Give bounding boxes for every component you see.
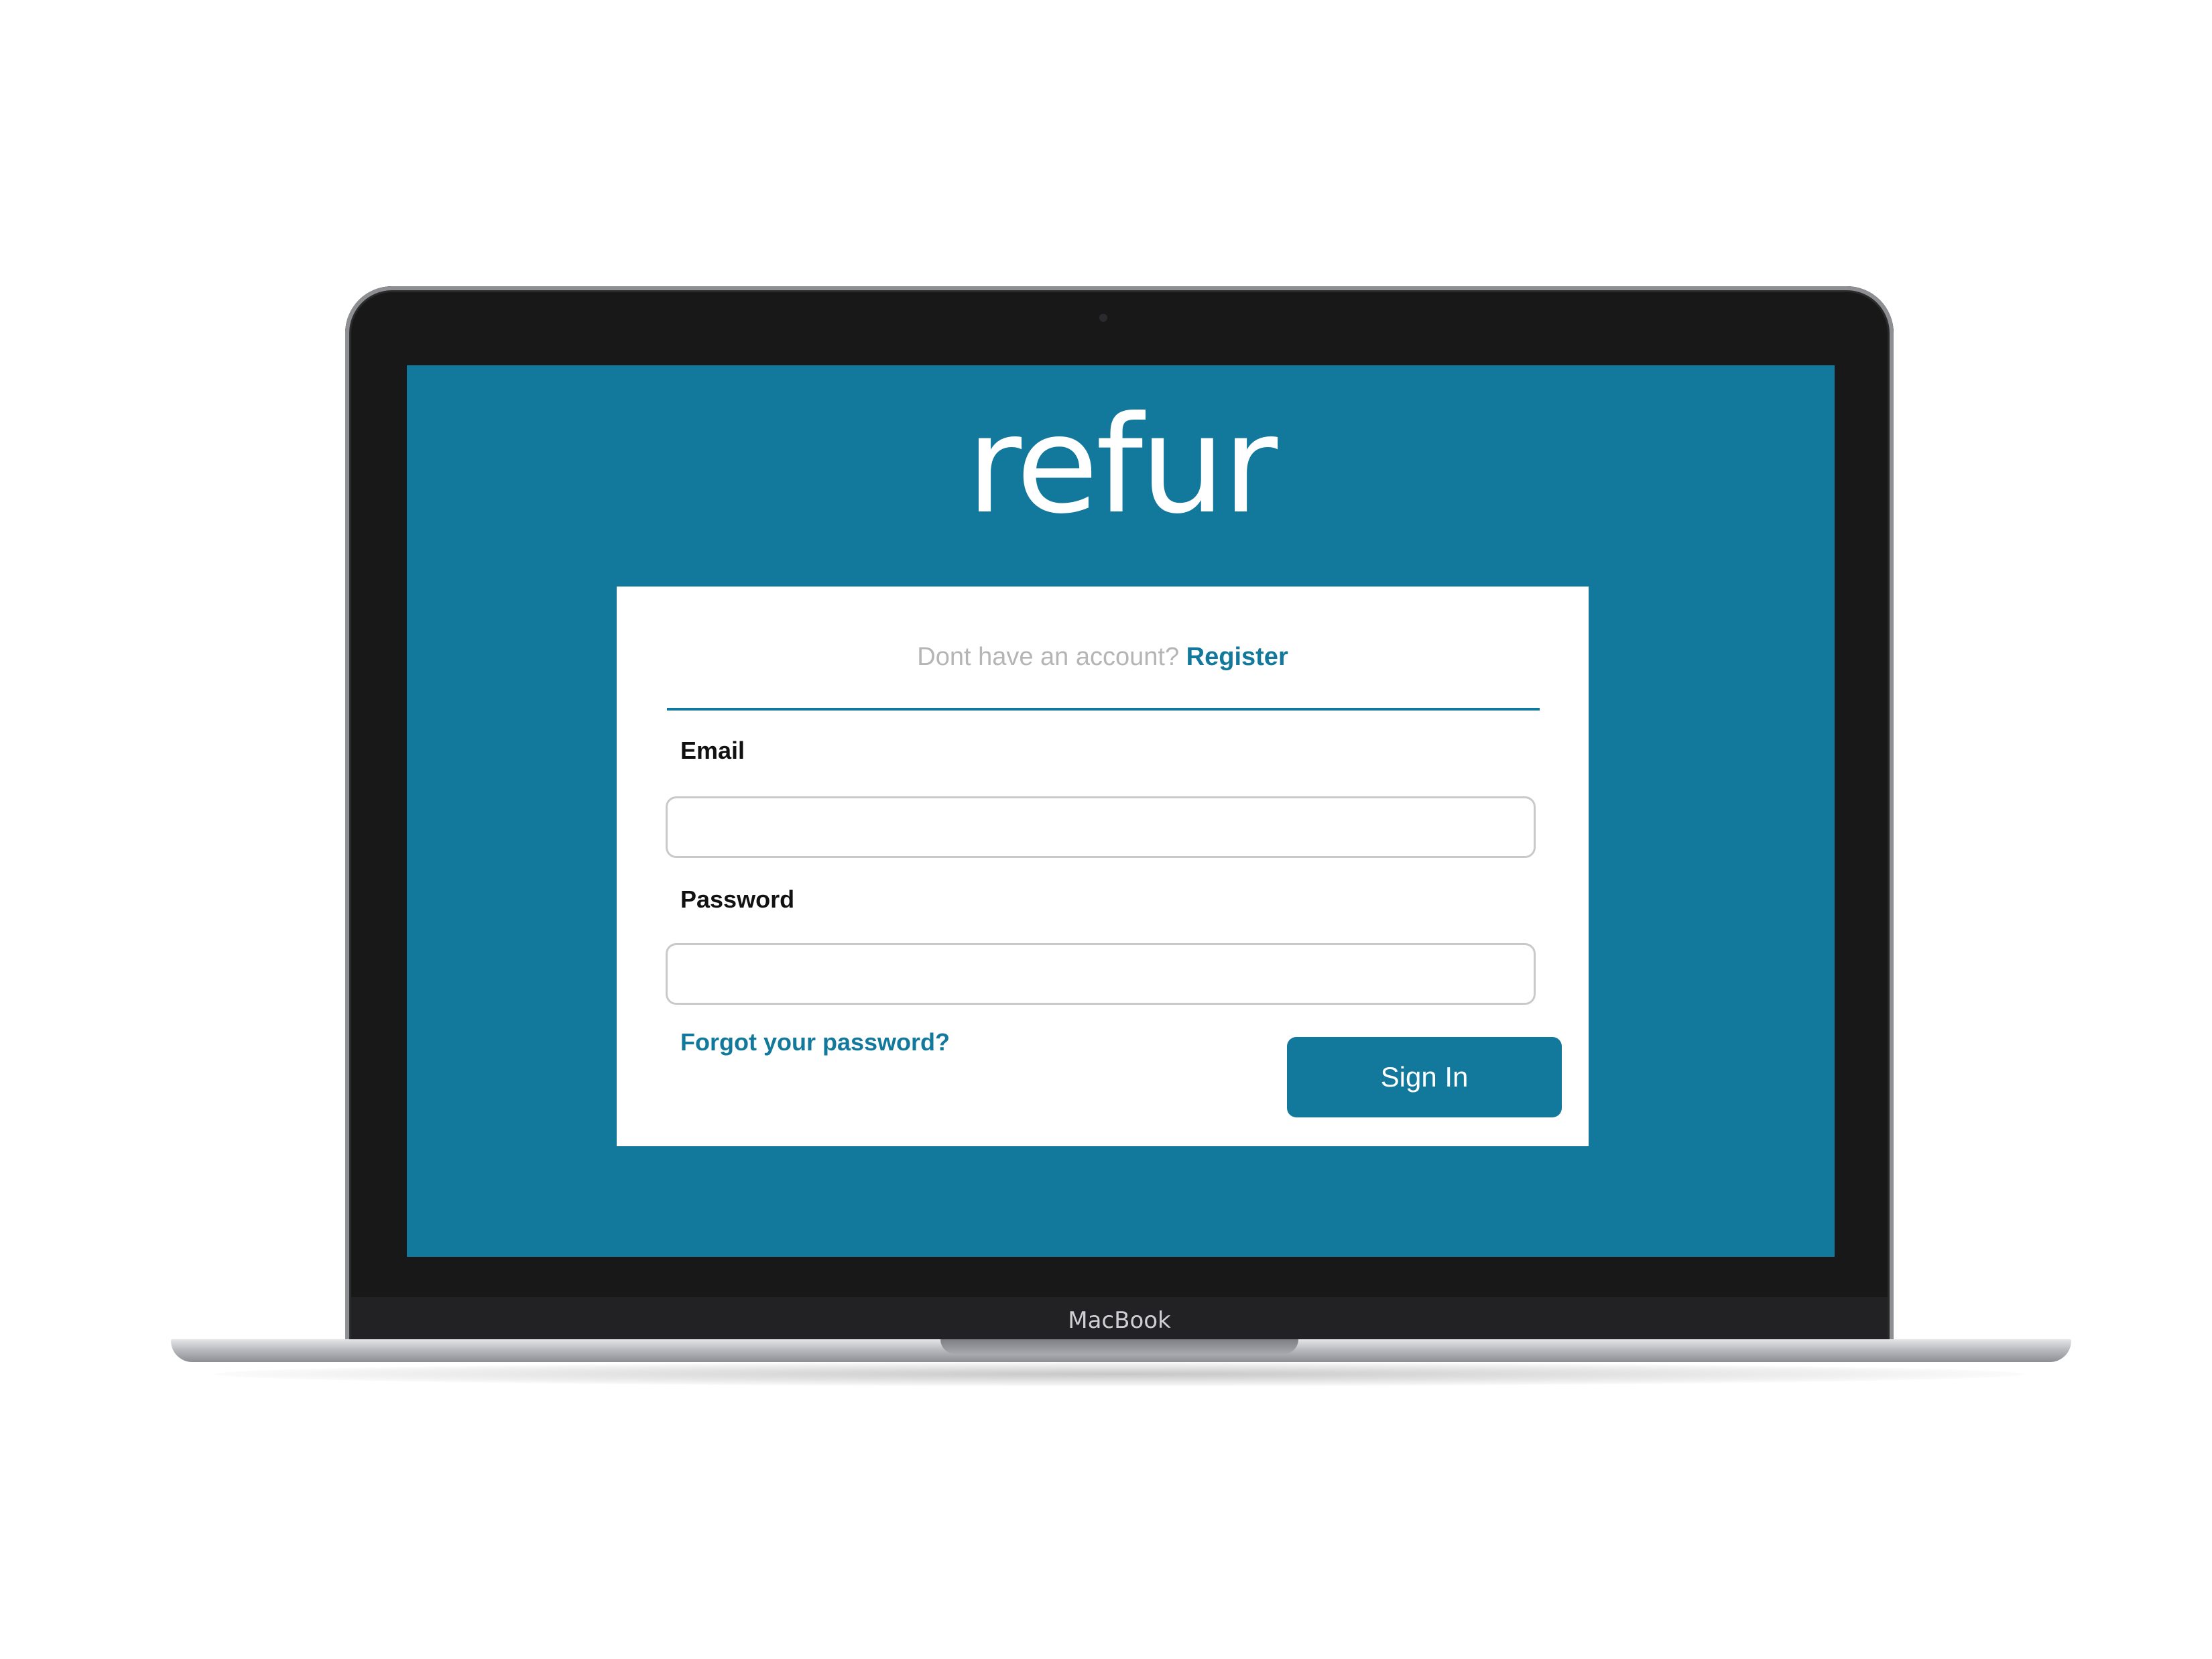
app-logo: refur bbox=[966, 387, 1278, 544]
forgot-password-link[interactable]: Forgot your password? bbox=[680, 1026, 950, 1059]
register-prompt-text: Dont have an account? bbox=[917, 643, 1180, 671]
laptop-screen: refur Dont have an account? Register Ema… bbox=[407, 365, 1835, 1257]
laptop-mockup: refur Dont have an account? Register Ema… bbox=[0, 0, 2212, 1659]
laptop-shadow bbox=[214, 1362, 2024, 1386]
laptop-hinge-notch bbox=[940, 1339, 1298, 1354]
email-field[interactable] bbox=[666, 796, 1536, 858]
register-link[interactable]: Register bbox=[1186, 643, 1288, 671]
register-prompt-row: Dont have an account? Register bbox=[617, 640, 1589, 674]
email-label: Email bbox=[680, 737, 745, 764]
device-brand-label: MacBook bbox=[1068, 1307, 1171, 1334]
password-label: Password bbox=[680, 885, 795, 913]
login-card: Dont have an account? Register Email Pas… bbox=[617, 587, 1589, 1146]
password-field[interactable] bbox=[666, 943, 1536, 1005]
sign-in-button[interactable]: Sign In bbox=[1287, 1037, 1562, 1117]
camera-icon bbox=[1099, 314, 1107, 322]
card-divider bbox=[667, 708, 1540, 711]
